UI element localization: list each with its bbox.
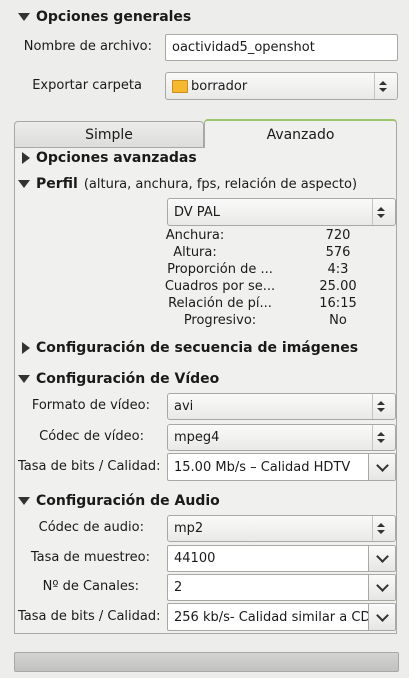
channels-value: 2 [174, 580, 183, 595]
general-options-title: Opciones generales [36, 9, 192, 25]
expand-down-icon [18, 180, 30, 188]
expand-down-icon [18, 497, 30, 505]
audio-bitrate-label: Tasa de bits / Calidad: [18, 609, 161, 624]
dropdown-button[interactable] [368, 575, 395, 600]
expand-right-icon [22, 152, 30, 164]
expand-right-icon [22, 342, 30, 354]
advanced-options-expander[interactable]: Opciones avanzadas [22, 150, 197, 166]
audio-bitrate-value: 256 kb/s- Calidad similar a CD [174, 609, 368, 625]
video-settings-title: Configuración de Vídeo [36, 371, 220, 387]
image-sequence-expander[interactable]: Configuración de secuencia de imágenes [22, 340, 358, 356]
audio-codec-combo[interactable]: mp2 [167, 515, 396, 542]
profile-height-value: 576 [325, 245, 351, 260]
updown-arrows-icon [373, 199, 389, 225]
tab-simple[interactable]: Simple [14, 121, 204, 148]
profile-fps-label: Cuadros por se... [164, 279, 276, 294]
profile-height-label: Altura: [173, 245, 217, 260]
audio-codec-label: Códec de audio: [38, 520, 144, 535]
sample-rate-combo[interactable]: 44100 [167, 545, 396, 572]
audio-settings-expander[interactable]: Configuración de Audio [18, 493, 220, 509]
updown-arrows-icon [373, 516, 389, 541]
video-format-combo[interactable]: avi [167, 393, 396, 420]
advanced-options-title: Opciones avanzadas [36, 150, 197, 166]
profile-progressive-label: Progresivo: [183, 313, 257, 328]
general-options-expander[interactable]: Opciones generales [18, 9, 191, 25]
export-folder-label: Exportar carpeta [32, 78, 142, 93]
video-format-value: avi [174, 399, 194, 414]
video-format-label: Formato de vídeo: [31, 398, 150, 413]
dropdown-button[interactable] [368, 546, 395, 571]
audio-codec-value: mp2 [174, 521, 204, 536]
filename-label: Nombre de archivo: [23, 39, 152, 54]
profile-width-value: 720 [325, 228, 351, 243]
dropdown-button[interactable] [368, 604, 395, 630]
video-settings-expander[interactable]: Configuración de Vídeo [18, 371, 219, 387]
profile-hint: (altura, anchura, fps, relación de aspec… [83, 176, 358, 192]
video-bitrate-label: Tasa de bits / Calidad: [18, 459, 161, 474]
profile-pixel-ratio-value: 16:15 [319, 296, 357, 311]
profile-title: Perfil [36, 176, 78, 192]
updown-arrows-icon [375, 73, 391, 99]
channels-label: Nº de Canales: [42, 579, 139, 594]
dropdown-button[interactable] [368, 454, 395, 480]
audio-settings-title: Configuración de Audio [36, 493, 220, 509]
sample-rate-value: 44100 [174, 551, 216, 566]
expand-down-icon [18, 13, 30, 21]
updown-arrows-icon [373, 425, 389, 450]
export-folder-value: borrador [191, 78, 248, 94]
sample-rate-label: Tasa de muestreo: [30, 550, 150, 565]
tab-avanzado[interactable]: Avanzado [204, 119, 397, 148]
profile-width-label: Anchura: [165, 228, 225, 243]
video-bitrate-value: 15.00 Mb/s – Calidad HDTV [174, 459, 351, 475]
filename-input[interactable]: oactividad5_openshot [165, 34, 398, 61]
profile-fps-value: 25.00 [319, 279, 357, 294]
chevron-down-icon [375, 608, 389, 622]
image-sequence-title: Configuración de secuencia de imágenes [36, 340, 359, 356]
video-codec-combo[interactable]: mpeg4 [167, 424, 396, 451]
profile-combo[interactable]: DV PAL [167, 198, 396, 226]
profile-progressive-value: No [329, 313, 347, 328]
chevron-down-icon [375, 458, 389, 472]
video-bitrate-combo[interactable]: 15.00 Mb/s – Calidad HDTV [167, 453, 396, 481]
profile-pixel-ratio-label: Relación de pí... [168, 296, 272, 311]
channels-combo[interactable]: 2 [167, 574, 396, 601]
video-codec-value: mpeg4 [174, 430, 220, 445]
export-folder-combo[interactable]: borrador [165, 72, 398, 100]
expand-down-icon [18, 375, 30, 383]
profile-value: DV PAL [174, 204, 220, 220]
audio-bitrate-combo[interactable]: 256 kb/s- Calidad similar a CD [167, 603, 396, 631]
chevron-down-icon [375, 579, 389, 592]
profile-expander[interactable]: Perfil (altura, anchura, fps, relación d… [18, 176, 357, 192]
profile-aspect-label: Proporción de ... [167, 262, 273, 277]
profile-aspect-value: 4:3 [327, 262, 349, 277]
video-codec-label: Códec de vídeo: [39, 429, 144, 444]
chevron-down-icon [375, 550, 389, 563]
export-progress-bar [14, 652, 399, 672]
folder-icon [172, 79, 188, 93]
updown-arrows-icon [373, 394, 389, 419]
